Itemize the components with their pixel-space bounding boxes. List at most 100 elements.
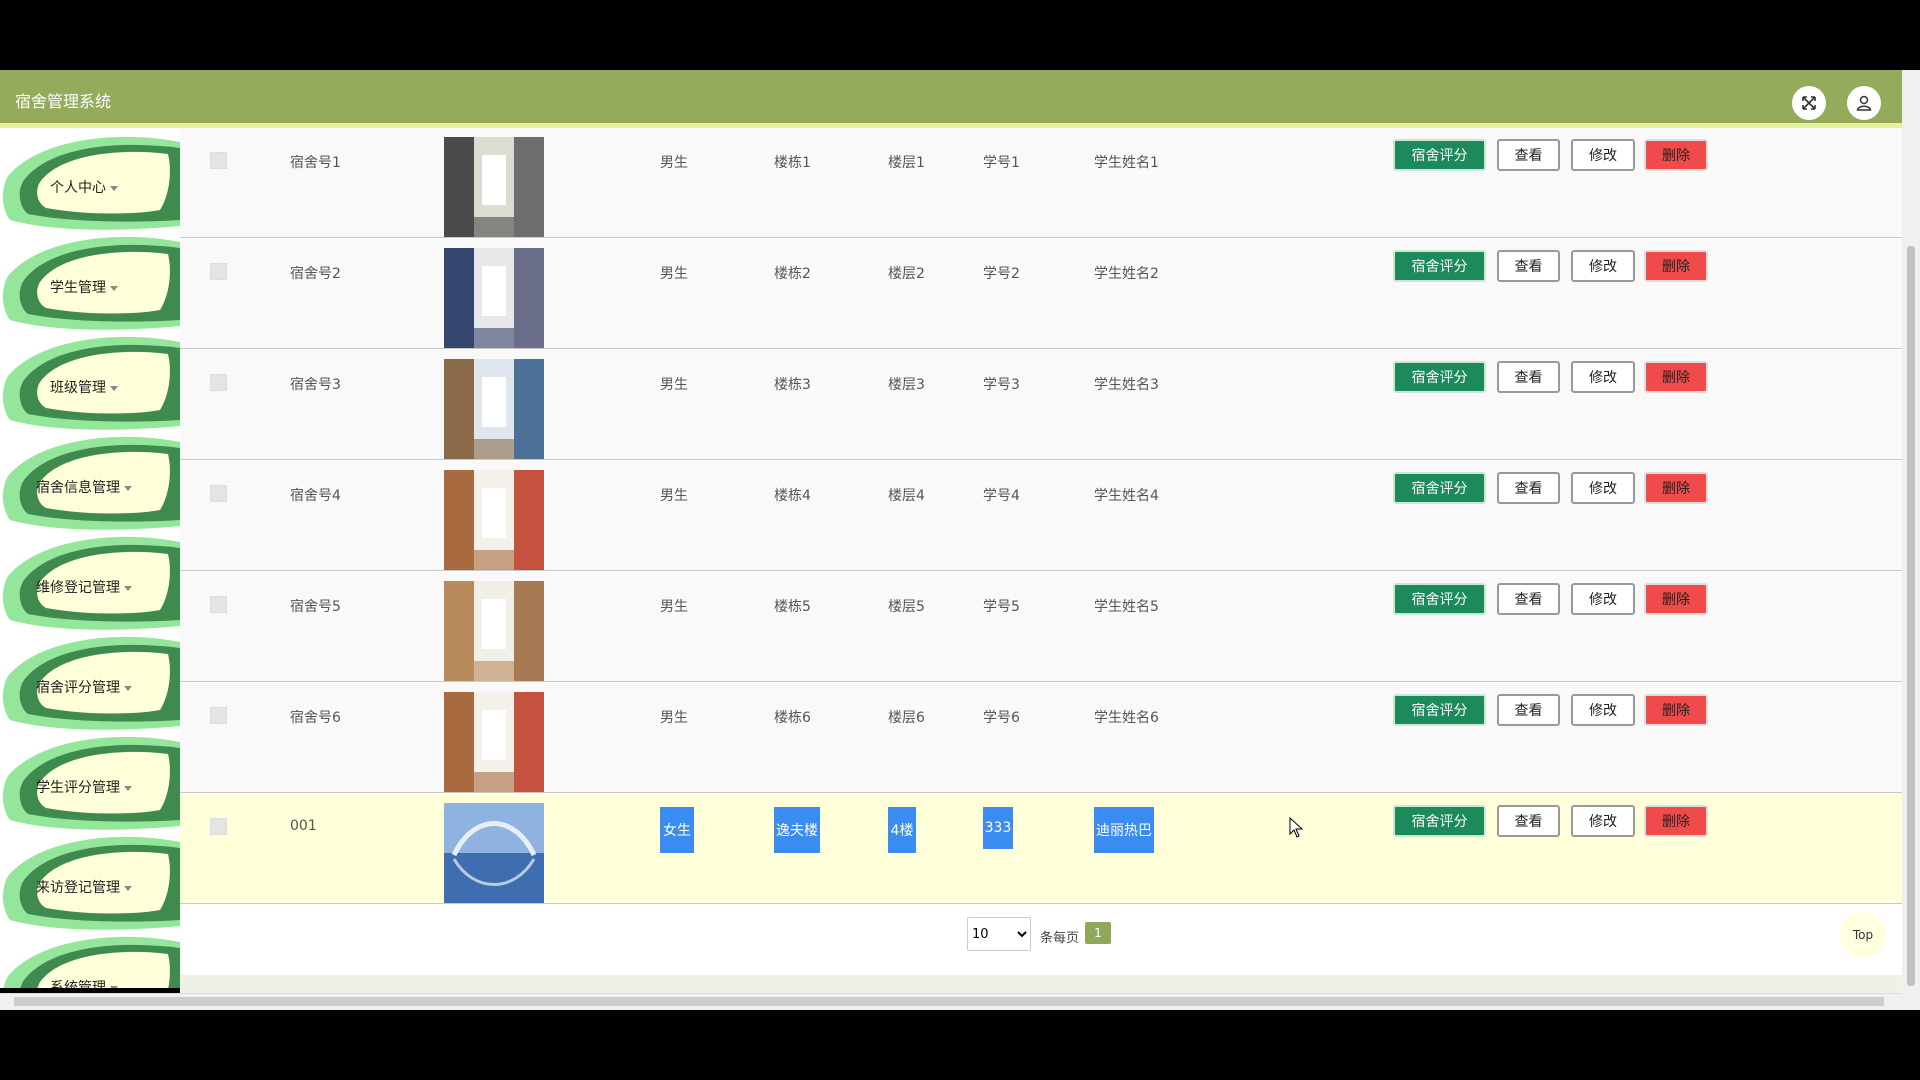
row-checkbox[interactable] [210, 152, 227, 169]
cell-floor: 楼层6 [888, 710, 925, 726]
dorm-score-button[interactable]: 宿舍评分 [1393, 694, 1486, 726]
table-row: 宿舍号3 男生 楼栋3 楼层3 学号3 学生姓名3 宿舍评分 查看 修改 删除 [180, 350, 1902, 460]
cell-gender: 男生 [660, 599, 688, 615]
sidebar-item-label: 学生评分管理 [36, 780, 120, 796]
cell-floor: 楼层1 [888, 155, 925, 171]
vertical-scrollbar[interactable] [1902, 70, 1920, 1010]
cell-dorm: 宿舍号2 [290, 266, 341, 282]
fullscreen-button[interactable] [1792, 86, 1826, 120]
caret-down-icon [110, 285, 118, 291]
dorm-score-button[interactable]: 宿舍评分 [1393, 583, 1486, 615]
pagination: 10 条每页 1 Top [180, 908, 1902, 968]
cell-gender: 男生 [660, 155, 688, 171]
room-photo[interactable] [444, 803, 544, 903]
dorm-score-button[interactable]: 宿舍评分 [1393, 361, 1486, 393]
edit-button[interactable]: 修改 [1571, 472, 1635, 504]
delete-button[interactable]: 删除 [1644, 250, 1708, 282]
sidebar-item[interactable]: 来访登记管理 [0, 834, 180, 932]
row-checkbox[interactable] [210, 485, 227, 502]
cell-student_name: 学生姓名2 [1094, 266, 1159, 282]
cell-dorm: 宿舍号3 [290, 377, 341, 393]
cell-student_name: 学生姓名5 [1094, 599, 1159, 615]
horizontal-scrollbar[interactable] [0, 993, 1902, 1010]
row-checkbox[interactable] [210, 263, 227, 280]
dorm-score-button[interactable]: 宿舍评分 [1393, 805, 1486, 837]
edit-button[interactable]: 修改 [1571, 361, 1635, 393]
view-button[interactable]: 查看 [1497, 805, 1560, 837]
sidebar-item-label: 班级管理 [50, 380, 106, 396]
edit-button[interactable]: 修改 [1571, 583, 1635, 615]
cell-dorm: 宿舍号1 [290, 155, 341, 171]
room-photo[interactable] [444, 692, 544, 792]
table-row: 宿舍号4 男生 楼栋4 楼层4 学号4 学生姓名4 宿舍评分 查看 修改 删除 [180, 461, 1902, 571]
cell-gender: 男生 [660, 266, 688, 282]
edit-button[interactable]: 修改 [1571, 805, 1635, 837]
caret-down-icon [124, 485, 132, 491]
page-size-select[interactable]: 10 [967, 917, 1031, 951]
sidebar-item-label: 来访登记管理 [36, 880, 120, 896]
row-checkbox[interactable] [210, 374, 227, 391]
sidebar-item[interactable]: 宿舍信息管理 [0, 434, 180, 532]
row-checkbox[interactable] [210, 707, 227, 724]
fullscreen-icon [1802, 96, 1816, 110]
room-photo[interactable] [444, 248, 544, 348]
page-number-current[interactable]: 1 [1085, 922, 1111, 944]
cell-floor: 楼层5 [888, 599, 925, 615]
cell-student_name: 学生姓名4 [1094, 488, 1159, 504]
edit-button[interactable]: 修改 [1571, 694, 1635, 726]
cell-floor: 楼层3 [888, 377, 925, 393]
cell-floor: 楼层2 [888, 266, 925, 282]
view-button[interactable]: 查看 [1497, 694, 1560, 726]
view-button[interactable]: 查看 [1497, 583, 1560, 615]
cell-building: 楼栋1 [774, 155, 811, 171]
back-to-top-button[interactable]: Top [1840, 912, 1886, 958]
caret-down-icon [110, 185, 118, 191]
cell-student_id: 学号5 [983, 599, 1020, 615]
sidebar-item[interactable]: 维修登记管理 [0, 534, 180, 632]
table-row: 宿舍号6 男生 楼栋6 楼层6 学号6 学生姓名6 宿舍评分 查看 修改 删除 [180, 683, 1902, 793]
user-button[interactable] [1847, 86, 1881, 120]
caret-down-icon [124, 685, 132, 691]
delete-button[interactable]: 删除 [1644, 694, 1708, 726]
row-checkbox[interactable] [210, 818, 227, 835]
room-photo[interactable] [444, 581, 544, 681]
cell-student_id: 学号3 [983, 377, 1020, 393]
horizontal-scrollbar-thumb[interactable] [14, 997, 1884, 1006]
delete-button[interactable]: 删除 [1644, 583, 1708, 615]
sidebar-item[interactable]: 系统管理 [0, 934, 180, 988]
cell-student_id: 学号1 [983, 155, 1020, 171]
delete-button[interactable]: 删除 [1644, 805, 1708, 837]
sidebar-item-label: 学生管理 [50, 280, 106, 296]
delete-button[interactable]: 删除 [1644, 139, 1708, 171]
view-button[interactable]: 查看 [1497, 139, 1560, 171]
sidebar-item[interactable]: 学生评分管理 [0, 734, 180, 832]
cell-building: 楼栋2 [774, 266, 811, 282]
sidebar-item[interactable]: 个人中心 [0, 134, 180, 232]
app-title: 宿舍管理系统 [15, 92, 112, 111]
vertical-scrollbar-thumb[interactable] [1907, 246, 1915, 986]
view-button[interactable]: 查看 [1497, 472, 1560, 504]
delete-button[interactable]: 删除 [1644, 361, 1708, 393]
sidebar-item[interactable]: 宿舍评分管理 [0, 634, 180, 732]
edit-button[interactable]: 修改 [1571, 139, 1635, 171]
view-button[interactable]: 查看 [1497, 361, 1560, 393]
edit-button[interactable]: 修改 [1571, 250, 1635, 282]
caret-down-icon [110, 385, 118, 391]
footer-strip [180, 975, 1902, 993]
sidebar-item[interactable]: 班级管理 [0, 334, 180, 432]
delete-button[interactable]: 删除 [1644, 472, 1708, 504]
caret-down-icon [124, 585, 132, 591]
row-checkbox[interactable] [210, 596, 227, 613]
cell-student_id: 学号6 [983, 710, 1020, 726]
dorm-score-button[interactable]: 宿舍评分 [1393, 472, 1486, 504]
room-photo[interactable] [444, 137, 544, 237]
room-photo[interactable] [444, 470, 544, 570]
sidebar-item-label: 系统管理 [50, 980, 106, 988]
cell-building: 楼栋4 [774, 488, 811, 504]
sidebar-item[interactable]: 学生管理 [0, 234, 180, 332]
cell-student_id: 学号4 [983, 488, 1020, 504]
room-photo[interactable] [444, 359, 544, 459]
dorm-score-button[interactable]: 宿舍评分 [1393, 250, 1486, 282]
dorm-score-button[interactable]: 宿舍评分 [1393, 139, 1486, 171]
view-button[interactable]: 查看 [1497, 250, 1560, 282]
